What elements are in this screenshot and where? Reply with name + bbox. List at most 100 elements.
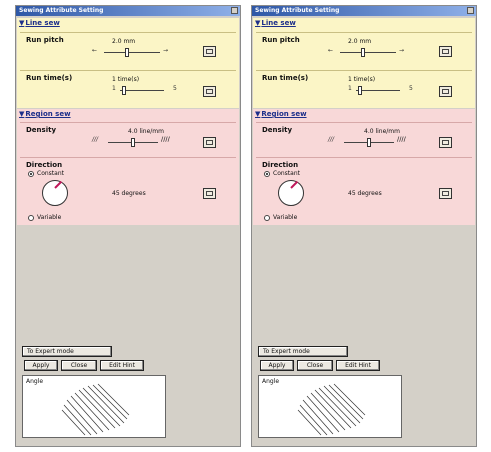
run-pitch-max-mark: → [399,47,405,54]
constant-radio[interactable] [264,171,270,177]
region-sew-section: ▼Region sew Density 4.0 line/mm /// ////… [17,109,239,225]
expert-mode-label: To Expert mode [27,348,74,355]
region-sew-heading[interactable]: ▼Region sew [19,110,71,118]
run-times-slider-thumb[interactable] [122,86,126,95]
run-times-max-mark: 5 [173,85,177,92]
run-times-row: Run time(s) 1 time(s) 1 5 [20,70,236,106]
run-times-value: 1 time(s) [348,76,376,83]
line-sew-heading[interactable]: ▼Line sew [255,19,296,27]
run-pitch-help-button[interactable] [203,46,216,57]
line-sew-section: ▼Line sew Run pitch 2.0 mm ← → Run time(… [17,18,239,108]
sparse-lines-icon: /// [328,136,335,143]
density-help-button[interactable] [203,137,216,148]
run-pitch-row: Run pitch 2.0 mm ← → [256,32,472,68]
density-slider-thumb[interactable] [367,138,371,147]
variable-label: Variable [273,214,298,221]
angle-preview: Angle [22,375,166,438]
run-pitch-slider-track[interactable] [104,52,160,53]
collapse-triangle-icon: ▼ [255,19,261,27]
direction-row: Direction Constant 45 degrees Variable [256,157,472,223]
run-pitch-slider-thumb[interactable] [361,48,365,57]
dense-lines-icon: //// [397,136,406,143]
run-pitch-min-mark: ← [328,47,334,54]
run-pitch-value: 2.0 mm [112,38,136,45]
window-title: Sewing Attribute Setting [16,6,240,16]
run-times-label: Run time(s) [26,74,73,82]
angle-degrees-value: 45 degrees [112,190,146,197]
close-window-icon[interactable] [467,7,474,14]
density-row: Density 4.0 line/mm /// //// [256,122,472,157]
constant-label: Constant [37,170,64,177]
direction-help-button[interactable] [203,188,216,199]
run-pitch-max-mark: → [163,47,169,54]
run-times-value: 1 time(s) [112,76,140,83]
run-pitch-label: Run pitch [262,36,300,44]
density-value: 4.0 line/mm [364,128,400,135]
direction-row: Direction Constant 45 degrees Variable [20,157,236,223]
variable-radio[interactable] [28,215,34,221]
expert-mode-label: To Expert mode [263,348,310,355]
close-button[interactable]: Close [297,360,333,371]
collapse-triangle-icon: ▼ [19,19,25,27]
line-sew-heading-text: Line sew [25,19,60,27]
region-sew-heading-text: Region sew [25,110,71,118]
density-slider-thumb[interactable] [131,138,135,147]
line-sew-section: ▼Line sew Run pitch 2.0 mm ← → Run time(… [253,18,475,108]
direction-label: Direction [262,161,299,169]
direction-help-button[interactable] [439,188,452,199]
dense-lines-icon: //// [161,136,170,143]
run-times-slider-thumb[interactable] [358,86,362,95]
run-pitch-slider-track[interactable] [340,52,396,53]
close-window-icon[interactable] [231,7,238,14]
direction-label: Direction [26,161,63,169]
run-times-label: Run time(s) [262,74,309,82]
run-times-help-button[interactable] [439,86,452,97]
line-sew-heading[interactable]: ▼Line sew [19,19,60,27]
apply-button[interactable]: Apply [24,360,58,371]
region-sew-heading[interactable]: ▼Region sew [255,110,307,118]
sparse-lines-icon: /// [92,136,99,143]
density-label: Density [262,126,293,134]
angle-needle-icon [54,180,63,189]
edit-hint-button[interactable]: Edit Hint [100,360,144,371]
angle-degrees-value: 45 degrees [348,190,382,197]
hatch-pattern-icon [297,383,366,436]
run-times-max-mark: 5 [409,85,413,92]
density-row: Density 4.0 line/mm /// //// [20,122,236,157]
constant-radio[interactable] [28,171,34,177]
run-times-min-mark: 1 [112,85,116,92]
density-label: Density [26,126,57,134]
angle-preview: Angle [258,375,402,438]
line-sew-heading-text: Line sew [261,19,296,27]
hatch-pattern-icon [61,383,130,436]
variable-label: Variable [37,214,62,221]
expert-mode-button[interactable]: To Expert mode [258,346,348,357]
region-sew-section: ▼Region sew Density 4.0 line/mm /// ////… [253,109,475,225]
sewing-attribute-window: Sewing Attribute Setting ▼Line sew Run p… [251,5,477,447]
run-times-row: Run time(s) 1 time(s) 1 5 [256,70,472,106]
run-pitch-value: 2.0 mm [348,38,372,45]
apply-button[interactable]: Apply [260,360,294,371]
angle-dial[interactable] [278,180,304,206]
run-pitch-label: Run pitch [26,36,64,44]
run-pitch-slider-thumb[interactable] [125,48,129,57]
run-times-slider-track[interactable] [356,90,400,91]
close-button[interactable]: Close [61,360,97,371]
run-times-help-button[interactable] [203,86,216,97]
run-times-slider-track[interactable] [120,90,164,91]
expert-mode-button[interactable]: To Expert mode [22,346,112,357]
window-title: Sewing Attribute Setting [252,6,476,16]
edit-hint-button[interactable]: Edit Hint [336,360,380,371]
variable-radio[interactable] [264,215,270,221]
run-times-min-mark: 1 [348,85,352,92]
collapse-triangle-icon: ▼ [255,110,261,118]
density-value: 4.0 line/mm [128,128,164,135]
density-help-button[interactable] [439,137,452,148]
run-pitch-help-button[interactable] [439,46,452,57]
region-sew-heading-text: Region sew [261,110,307,118]
run-pitch-row: Run pitch 2.0 mm ← → [20,32,236,68]
run-pitch-min-mark: ← [92,47,98,54]
sewing-attribute-window: Sewing Attribute Setting ▼Line sew Run p… [15,5,241,447]
angle-dial[interactable] [42,180,68,206]
angle-needle-icon [290,180,299,189]
